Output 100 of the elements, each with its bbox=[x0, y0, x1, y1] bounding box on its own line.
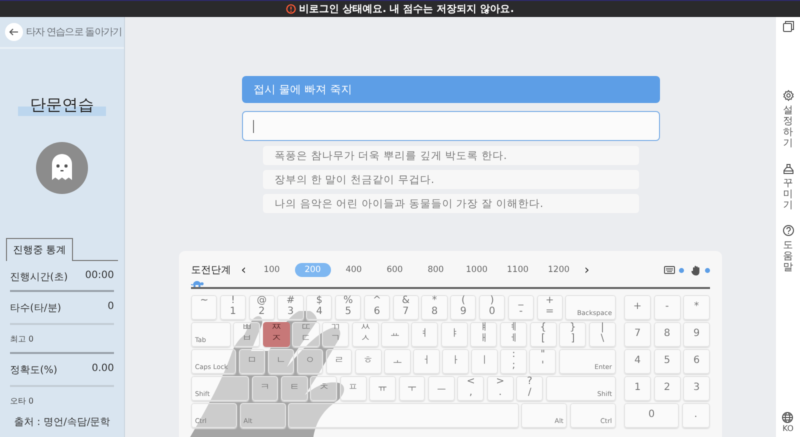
stat-label: 정확도(%) bbox=[10, 364, 58, 377]
keyboard-key[interactable]: * 8 bbox=[421, 295, 448, 320]
keyboard-key[interactable]: 6 bbox=[683, 349, 710, 374]
keyboard-key[interactable]: > . bbox=[486, 376, 514, 400]
keyboard-key[interactable]: ㅆ ㅅ bbox=[352, 322, 379, 346]
keyboard-key[interactable]: ㅛ bbox=[381, 322, 409, 346]
stat-subtext: 오타 0 bbox=[10, 396, 34, 407]
keyboard-key[interactable]: ㅗ bbox=[384, 349, 411, 374]
keyboard-key[interactable]: ㅓ bbox=[413, 349, 440, 374]
keyboard-key[interactable]: ㅠ bbox=[369, 376, 396, 400]
keyboard-key[interactable]: 9 bbox=[683, 322, 710, 346]
level-option[interactable]: 1100 bbox=[500, 263, 536, 277]
rail-button[interactable]: 도움말 bbox=[782, 225, 794, 273]
keyboard-key[interactable]: 3 bbox=[683, 376, 710, 400]
keyboard-key[interactable]: ㄴ bbox=[268, 349, 294, 374]
language-label: KO bbox=[782, 424, 794, 433]
keyboard-key[interactable]: + bbox=[624, 295, 651, 320]
keyboard-key[interactable]: 2 bbox=[654, 376, 680, 400]
keyboard-key[interactable]: ㅉ ㅈ bbox=[262, 322, 290, 346]
toggle-dot[interactable] bbox=[705, 268, 710, 272]
keyboard-key[interactable]: ㅇ bbox=[296, 349, 324, 374]
back-arrow-icon bbox=[9, 28, 19, 36]
keyboard-key[interactable]: " ' bbox=[529, 349, 556, 374]
level-label: 도전단계 bbox=[191, 264, 231, 277]
keyboard-key[interactable]: } ] bbox=[559, 322, 586, 346]
keyboard-key[interactable]: ㅊ bbox=[310, 376, 338, 400]
keyboard-key[interactable]: : ; bbox=[500, 349, 527, 374]
practice-title: 단문연습 bbox=[18, 95, 106, 116]
stats-tab[interactable]: 진행중 통계 bbox=[6, 238, 74, 261]
keyboard-key[interactable]: ㄲ ㄱ bbox=[322, 322, 350, 346]
typing-input-field[interactable] bbox=[242, 111, 660, 141]
previous-level-button[interactable]: ‹ bbox=[237, 264, 250, 276]
keyboard-key[interactable]: 8 bbox=[654, 322, 680, 346]
hand-icon bbox=[691, 264, 701, 276]
keyboard-key[interactable]: ㅕ bbox=[411, 322, 438, 346]
keyboard-key[interactable]: 7 bbox=[624, 322, 651, 346]
keyboard-key[interactable]: ㄸ ㄷ bbox=[292, 322, 320, 346]
stat-subtext: 최고 0 bbox=[10, 334, 34, 345]
level-option[interactable]: 400 bbox=[336, 263, 372, 277]
keyboard-key[interactable]: ㅜ bbox=[398, 376, 426, 400]
keyboard-key[interactable]: ㅁ bbox=[238, 349, 266, 374]
back-button[interactable]: 타자 연습으로 돌아가기 bbox=[5, 23, 122, 41]
keyboard-key[interactable]: ^ 6 bbox=[364, 295, 390, 320]
keyboard-key[interactable]: @ 2 bbox=[248, 295, 275, 320]
keyboard-key[interactable]: ) 0 bbox=[478, 295, 506, 320]
keyboard-key[interactable]: 1 bbox=[624, 376, 651, 400]
keyboard-key[interactable]: & 7 bbox=[392, 295, 419, 320]
window-icon[interactable] bbox=[782, 21, 794, 32]
keyboard-key[interactable]: 4 bbox=[624, 349, 651, 374]
level-option[interactable]: 1200 bbox=[540, 263, 577, 277]
next-sentence: 폭풍은 참나무가 더욱 뿌리를 깊게 박도록 한다. bbox=[262, 146, 638, 165]
keyboard-key[interactable]: 5 bbox=[654, 349, 680, 374]
keyboard-key[interactable]: $ 4 bbox=[306, 295, 332, 320]
toggle-dot[interactable] bbox=[679, 268, 684, 272]
rail-button[interactable]: 꾸미기 bbox=[782, 163, 794, 211]
keyboard-key[interactable]: < , bbox=[457, 376, 484, 400]
level-option[interactable]: 1000 bbox=[458, 263, 495, 277]
keyboard-key[interactable]: ! 1 bbox=[220, 295, 246, 320]
keyboard-key[interactable]: ( 9 bbox=[450, 295, 476, 320]
keyboard-key[interactable]: ㅑ bbox=[440, 322, 468, 346]
stat-value: 00:00 bbox=[85, 270, 114, 283]
keyboard-key[interactable]: _ - bbox=[508, 295, 534, 320]
ghost-avatar-icon bbox=[36, 142, 88, 194]
keyboard-key[interactable]: . bbox=[682, 403, 710, 428]
keyboard-key[interactable]: 0 bbox=[624, 403, 679, 428]
keyboard-key[interactable]: ㅡ bbox=[428, 376, 455, 400]
keyboard-key[interactable]: | \ bbox=[588, 322, 616, 346]
keyboard-key[interactable]: ~ bbox=[191, 295, 218, 320]
stat-value: 0 bbox=[108, 301, 114, 314]
rail-label: 설정하기 bbox=[783, 105, 793, 149]
current-sentence: 접시 물에 빠져 죽지 bbox=[242, 76, 660, 103]
keyboard-key[interactable]: - bbox=[654, 295, 680, 320]
keyboard-key[interactable]: ㅋ bbox=[252, 376, 278, 400]
level-option[interactable]: 800 bbox=[418, 263, 454, 277]
keyboard-key[interactable]: * bbox=[683, 295, 710, 320]
rail-button[interactable]: KO bbox=[782, 412, 794, 433]
keyboard-key[interactable]: % 5 bbox=[334, 295, 362, 320]
stat-label: 진행시간(초) bbox=[10, 271, 68, 284]
next-level-button[interactable]: › bbox=[580, 264, 594, 276]
keyboard-key[interactable]: ㅌ bbox=[280, 376, 308, 400]
keyboard-key[interactable]: ? / bbox=[516, 376, 544, 400]
keyboard-key[interactable] bbox=[288, 403, 519, 428]
level-option[interactable]: 600 bbox=[376, 263, 413, 277]
keyboard-key[interactable]: ㅍ bbox=[340, 376, 367, 400]
keyboard-key[interactable]: + = bbox=[536, 295, 563, 320]
keyboard-key[interactable]: { [ bbox=[530, 322, 557, 346]
keyboard-key[interactable]: ㅖ ㅔ bbox=[500, 322, 528, 346]
globe-icon bbox=[782, 412, 794, 423]
keyboard-icon bbox=[664, 266, 675, 274]
stat-value: 0.00 bbox=[92, 363, 114, 376]
keyboard-key[interactable]: ㅣ bbox=[471, 349, 498, 374]
keyboard-key[interactable]: # 3 bbox=[277, 295, 304, 320]
keyboard-key[interactable]: ㅏ bbox=[442, 349, 469, 374]
rail-button[interactable]: 설정하기 bbox=[782, 90, 794, 149]
level-option[interactable]: 100 bbox=[254, 263, 290, 277]
stat-label: 타수(타/분) bbox=[10, 302, 62, 315]
keyboard-key[interactable]: ㅃ ㅂ bbox=[233, 322, 260, 346]
keyboard-key[interactable]: ㄹ bbox=[326, 349, 352, 374]
keyboard-key[interactable]: ㅎ bbox=[354, 349, 382, 374]
keyboard-key[interactable]: ㅒ ㅐ bbox=[470, 322, 498, 346]
